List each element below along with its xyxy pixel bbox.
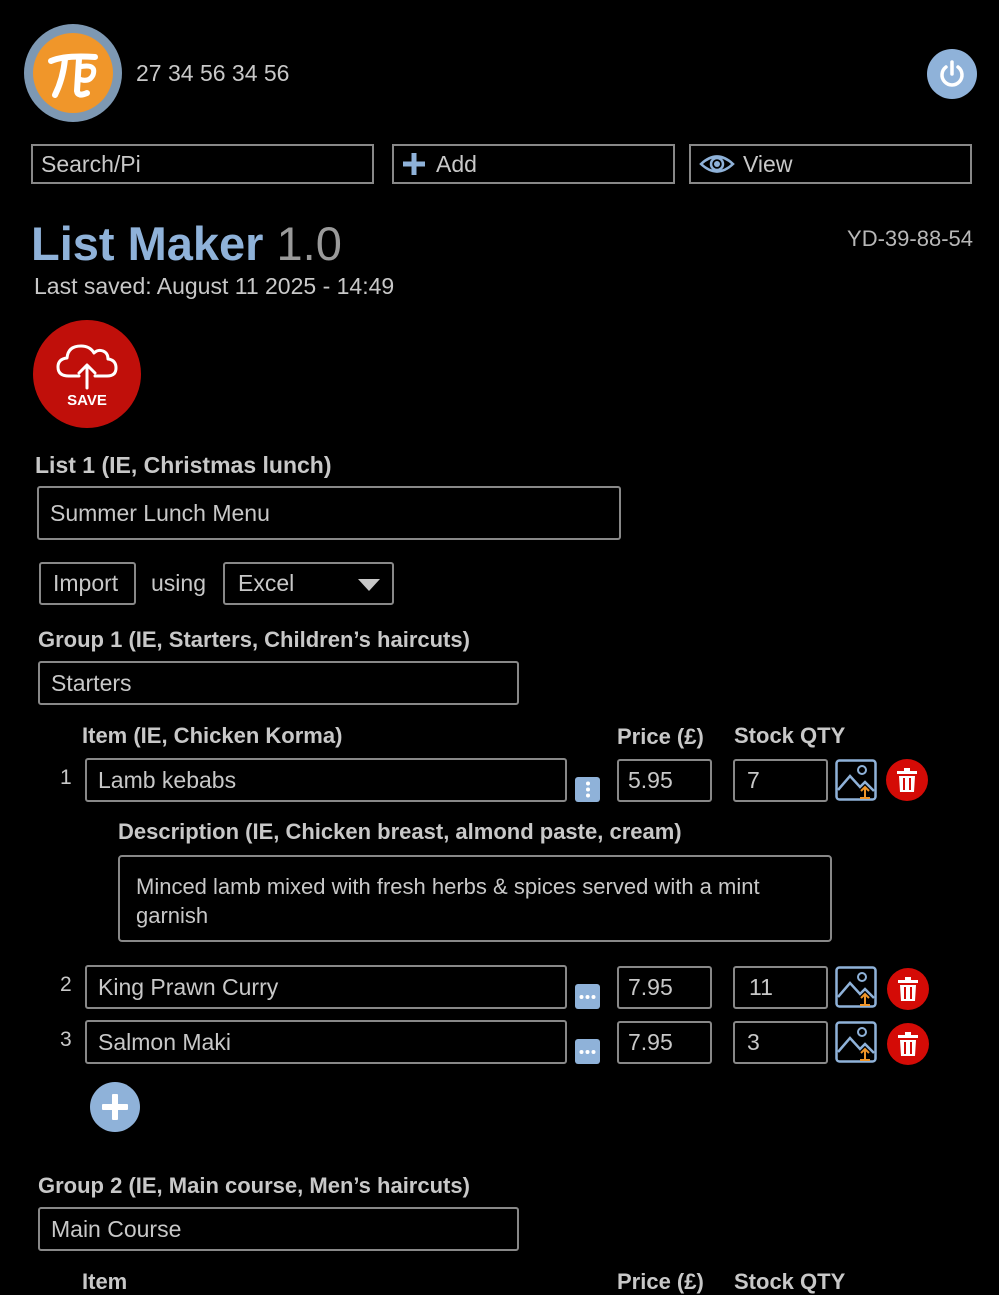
import-label: Import (53, 570, 119, 596)
price-value: 7.95 (628, 974, 673, 1000)
description-label: Description (IE, Chicken breast, almond … (118, 819, 682, 844)
group1-name-input[interactable]: Starters (38, 661, 519, 705)
view-button[interactable]: View (689, 144, 972, 184)
pi-logo-icon (33, 33, 113, 113)
import-format-value: Excel (238, 570, 295, 596)
image-upload-button[interactable] (835, 1021, 877, 1063)
stock-column-header: Stock QTY (734, 723, 846, 748)
stock-input[interactable]: 11 (733, 966, 828, 1009)
item-number: 3 (60, 1028, 72, 1051)
stock-value: 11 (749, 974, 773, 1000)
item-column-header: Item (IE, Chicken Korma) (82, 723, 343, 748)
image-upload-icon (835, 966, 877, 1008)
item-name-input[interactable]: King Prawn Curry (85, 965, 567, 1009)
item-options-button[interactable] (575, 1039, 600, 1064)
last-saved: Last saved: August 11 2025 - 14:49 (34, 273, 395, 299)
phone-number: 27 34 56 34 56 (136, 60, 290, 86)
add-label: Add (436, 150, 477, 177)
app-version: 1.0 (276, 217, 342, 270)
search-placeholder: Search/Pi (41, 150, 141, 177)
image-upload-button[interactable] (835, 759, 877, 801)
price-value: 5.95 (628, 767, 673, 793)
item-name-input[interactable]: Salmon Maki (85, 1020, 567, 1064)
trash-icon (897, 768, 917, 792)
list-name-input[interactable]: Summer Lunch Menu (37, 486, 621, 540)
group2-label: Group 2 (IE, Main course, Men’s haircuts… (38, 1173, 470, 1198)
plus-icon (102, 1094, 128, 1120)
group2-price-column-header: Price (£) (617, 1269, 704, 1294)
stock-input[interactable]: 7 (733, 759, 828, 802)
description-value: Minced lamb mixed with fresh herbs & spi… (136, 874, 760, 928)
image-upload-icon (835, 759, 877, 801)
page-title: List Maker 1.0 (31, 216, 342, 271)
save-button[interactable]: SAVE (33, 320, 141, 428)
price-input[interactable]: 7.95 (617, 1021, 712, 1064)
price-value: 7.95 (628, 1029, 673, 1055)
view-label: View (743, 150, 793, 177)
stock-value: 3 (747, 1029, 760, 1055)
list-label: List 1 (IE, Christmas lunch) (35, 452, 332, 478)
import-format-select[interactable]: Excel (223, 562, 394, 605)
stock-value: 7 (747, 767, 760, 793)
description-input[interactable]: Minced lamb mixed with fresh herbs & spi… (118, 855, 832, 942)
trash-icon (898, 1032, 918, 1056)
import-button[interactable]: Import (39, 562, 136, 605)
item-number: 1 (60, 766, 72, 789)
add-button[interactable]: Add (392, 144, 675, 184)
delete-item-button[interactable] (887, 968, 929, 1010)
item-options-button[interactable] (575, 984, 600, 1009)
using-label: using (151, 570, 206, 596)
item-name-value: Salmon Maki (98, 1028, 231, 1055)
trash-icon (898, 977, 918, 1001)
search-input[interactable]: Search/Pi (31, 144, 374, 184)
group2-stock-column-header: Stock QTY (734, 1269, 846, 1294)
eye-icon (699, 155, 735, 173)
plus-icon (403, 153, 425, 175)
power-icon (940, 60, 964, 87)
group2-item-column-header: Item (82, 1269, 128, 1294)
chevron-down-icon (358, 579, 380, 591)
delete-item-button[interactable] (886, 759, 928, 801)
group1-name-value: Starters (51, 669, 132, 696)
cloud-upload-icon (56, 344, 118, 389)
item-name-input[interactable]: Lamb kebabs (85, 758, 567, 802)
image-upload-icon (835, 1021, 877, 1063)
item-name-value: Lamb kebabs (98, 766, 237, 793)
horizontal-dots-icon (579, 1049, 596, 1054)
item-name-value: King Prawn Curry (98, 973, 279, 1000)
add-item-button[interactable] (90, 1082, 140, 1132)
price-input[interactable]: 5.95 (617, 759, 712, 802)
group1-label: Group 1 (IE, Starters, Children’s haircu… (38, 627, 470, 652)
app-title: List Maker (31, 217, 264, 270)
stock-input[interactable]: 3 (733, 1021, 828, 1064)
list-code: YD-39-88-54 (847, 226, 973, 251)
save-label: SAVE (67, 391, 107, 409)
power-button[interactable] (927, 49, 977, 99)
item-options-button[interactable] (575, 777, 600, 802)
group2-name-value: Main Course (51, 1215, 182, 1242)
image-upload-button[interactable] (835, 966, 877, 1008)
list-name-value: Summer Lunch Menu (50, 499, 270, 526)
price-column-header: Price (£) (617, 724, 704, 749)
delete-item-button[interactable] (887, 1023, 929, 1065)
app-logo[interactable] (24, 24, 122, 122)
price-input[interactable]: 7.95 (617, 966, 712, 1009)
item-number: 2 (60, 973, 72, 996)
vertical-dots-icon (585, 781, 590, 798)
group2-name-input[interactable]: Main Course (38, 1207, 519, 1251)
horizontal-dots-icon (579, 994, 596, 999)
